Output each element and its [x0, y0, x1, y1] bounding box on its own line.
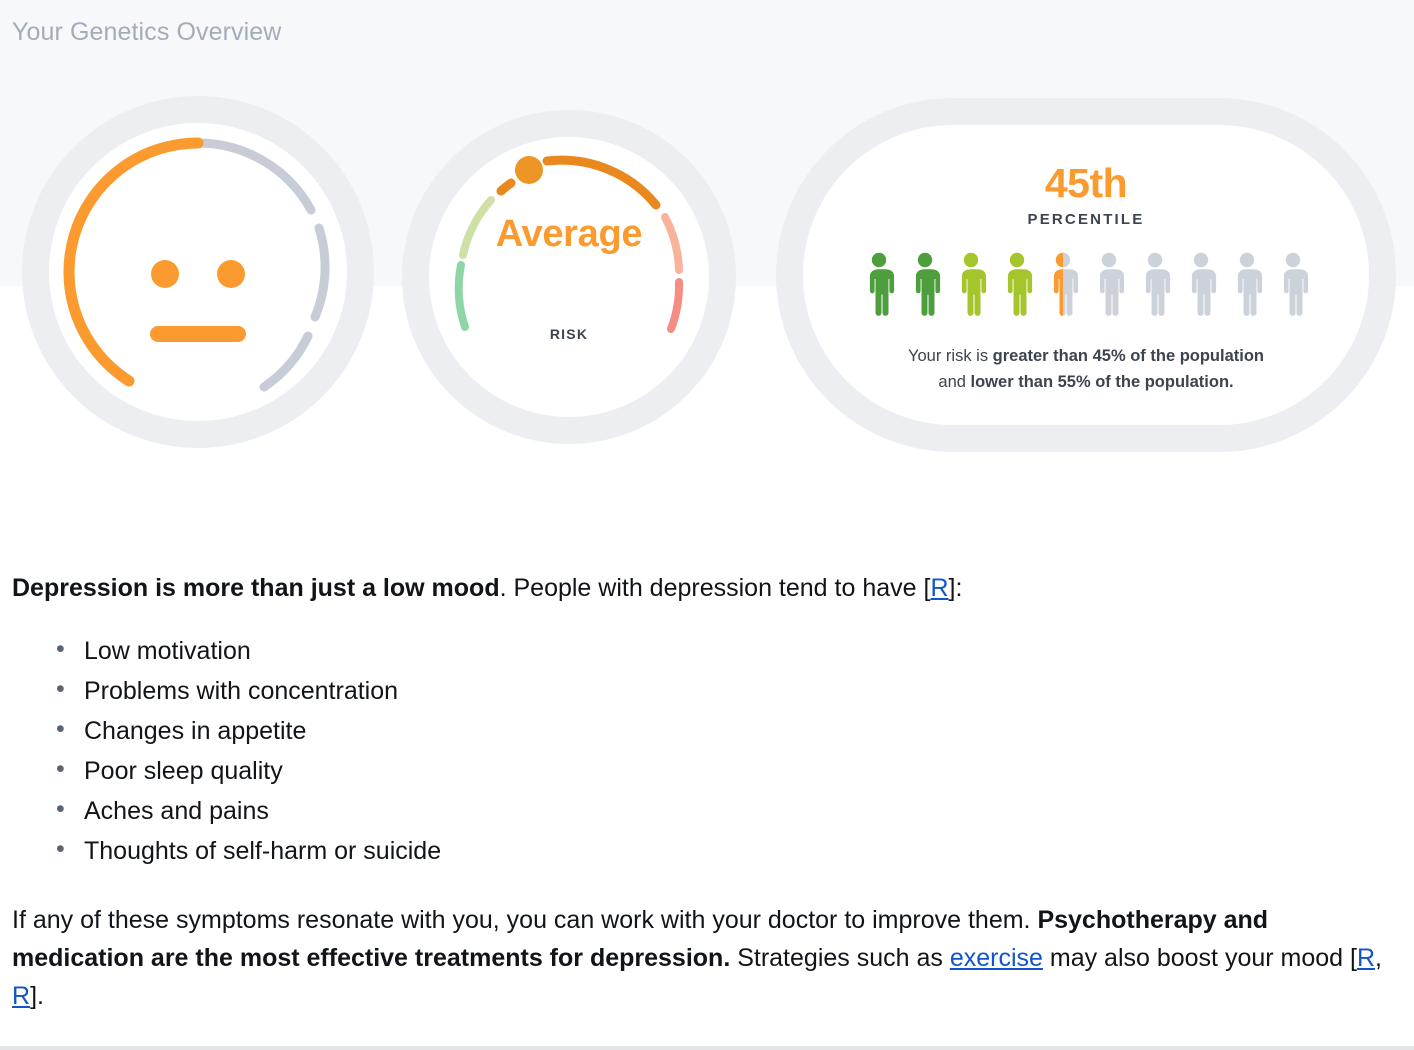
closing-part1: If any of these symptoms resonate with y…: [12, 905, 1038, 934]
risk-gauge-card[interactable]: Average RISK: [402, 110, 736, 444]
symptom-list-item: Problems with concentration: [48, 669, 1402, 711]
symptom-list-item: Poor sleep quality: [48, 749, 1402, 791]
article-lead-rest: . People with depression tend to have [: [499, 574, 931, 602]
mood-gauge-track-arc-right: [310, 223, 330, 322]
mood-gauge-track-arc-top: [193, 138, 316, 215]
person-icon: [1099, 252, 1125, 316]
person-icon: [869, 252, 895, 316]
person-icon: [1007, 252, 1033, 316]
article-lead-bold: Depression is more than just a low mood: [12, 574, 500, 602]
person-icon-half-filled: [1053, 252, 1079, 316]
closing-part2: Strategies such as: [730, 943, 950, 972]
mood-left-eye-icon: [151, 260, 179, 288]
person-icon: [1283, 252, 1309, 316]
symptom-list: Low motivationProblems with concentratio…: [48, 629, 1402, 871]
symptom-list-item: Changes in appetite: [48, 709, 1402, 751]
symptom-list-item: Aches and pains: [48, 789, 1402, 831]
reference-link-2[interactable]: R: [12, 982, 30, 1010]
risk-caption-label: RISK: [549, 325, 589, 342]
mood-gauge-card[interactable]: [22, 96, 374, 448]
reference-link-1[interactable]: R: [1357, 944, 1375, 972]
article-body: Depression is more than just a low mood.…: [12, 572, 1402, 1015]
article-lead-tail: ]:: [948, 574, 963, 602]
mood-gauge-svg: [63, 137, 330, 392]
percentile-desc-line2-bold: lower than 55% of the population.: [970, 372, 1234, 391]
mood-right-eye-icon: [217, 260, 245, 288]
symptom-list-item: Thoughts of self-harm or suicide: [48, 829, 1402, 871]
bottom-edge-divider: [0, 1046, 1414, 1050]
mood-neutral-mouth-icon: [150, 326, 246, 342]
article-closing-paragraph: If any of these symptoms resonate with y…: [12, 901, 1402, 1015]
risk-value-label: Average: [495, 212, 643, 255]
percentile-card[interactable]: 45th PERCENTILE Your risk is greater tha…: [776, 98, 1396, 452]
closing-part3: may also boost your mood [: [1042, 943, 1357, 972]
exercise-link[interactable]: exercise: [950, 944, 1043, 972]
symptom-list-item: Low motivation: [48, 629, 1402, 671]
percentile-label: PERCENTILE: [1027, 211, 1145, 228]
percentile-desc-line2-prefix: and: [938, 372, 971, 391]
person-icon: [1191, 252, 1217, 316]
person-icon: [915, 252, 941, 316]
mood-gauge-value-arc: [63, 137, 204, 387]
article-lead-paragraph: Depression is more than just a low mood.…: [12, 572, 1402, 605]
percentile-people-row: [862, 252, 1310, 316]
percentile-desc-line1-prefix: Your risk is: [907, 347, 993, 365]
closing-part4: ].: [30, 981, 44, 1010]
reference-link-lead[interactable]: R: [930, 574, 948, 602]
percentile-value: 45th: [1044, 160, 1128, 206]
person-icon: [1145, 252, 1171, 316]
person-icon: [961, 252, 987, 316]
genetics-overview-row: Average RISK 45th PERCENTILE Your risk i…: [0, 0, 1414, 470]
mood-gauge-track-arc-bottom: [259, 331, 313, 392]
percentile-desc-line1-bold: greater than 45% of the population: [992, 347, 1265, 365]
percentile-description: Your risk is greater than 45% of the pop…: [908, 344, 1264, 395]
person-icon: [1237, 252, 1263, 316]
closing-ref-separator: ,: [1375, 943, 1382, 972]
